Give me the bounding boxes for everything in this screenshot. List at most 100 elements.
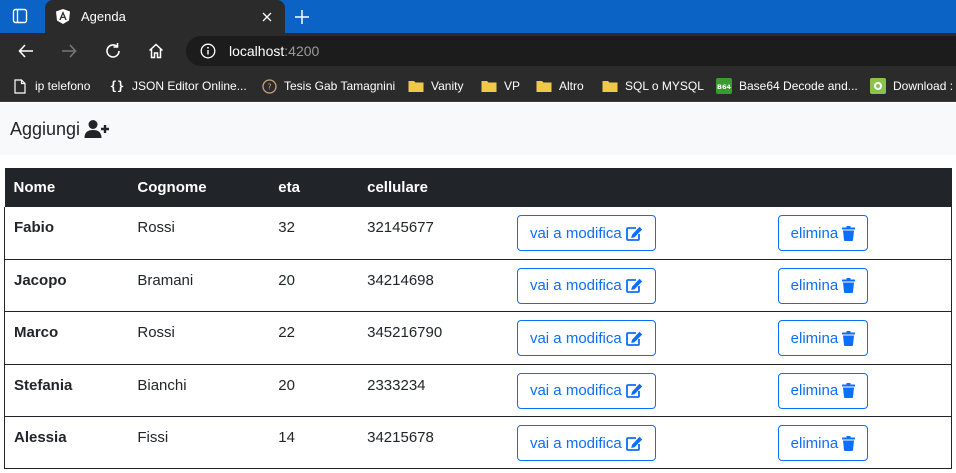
delete-button[interactable]: elimina <box>777 372 869 409</box>
folder-icon <box>602 78 618 94</box>
cell-cellulare: 32145677 <box>367 219 434 236</box>
tab-title: Agenda <box>81 9 126 24</box>
bookmark-item[interactable]: Vanity <box>408 77 463 95</box>
delete-button[interactable]: elimina <box>777 320 869 357</box>
column-header: Nome <box>13 179 56 196</box>
cell-nome: Fabio <box>14 219 54 236</box>
delete-button[interactable]: elimina <box>777 215 869 251</box>
trash-icon <box>842 330 856 346</box>
edit-button[interactable]: vai a modifica <box>516 425 656 462</box>
bookmark-item[interactable]: ip telefono <box>12 77 90 95</box>
cell-edit: vai a modifica <box>508 417 769 469</box>
cell-cognome: Rossi <box>137 324 175 342</box>
cell-eta: 14 <box>278 429 295 447</box>
download-icon <box>870 78 886 94</box>
edit-icon <box>625 383 642 399</box>
delete-label: elimina <box>790 434 839 452</box>
cell-delete: elimina <box>769 207 952 259</box>
cell-nome: Jacopo <box>14 271 67 289</box>
delete-label: elimina <box>790 329 839 347</box>
column-header-empty <box>769 168 952 207</box>
cell-cognome: Bramani <box>137 271 194 289</box>
page-icon <box>12 78 28 94</box>
bookmark-item[interactable]: B64 Base64 Decode and... <box>716 77 858 95</box>
table-header-row: Nome Cognome eta cellulare <box>4 168 952 207</box>
trash-icon <box>842 278 856 294</box>
edit-icon <box>625 436 642 451</box>
angular-icon <box>55 9 71 25</box>
column-header: eta <box>278 179 300 196</box>
folder-icon <box>481 78 497 94</box>
bookmark-item[interactable]: Altro <box>536 77 584 95</box>
address-bar[interactable]: localhost:4200 <box>186 36 956 66</box>
delete-label: elimina <box>790 382 839 400</box>
cell-delete: elimina <box>769 364 952 416</box>
bookmark-item[interactable]: VP <box>481 77 520 95</box>
table-row: Stefania Bianchi 20 2333234 vai a modifica el… <box>4 364 952 417</box>
bookmark-label: Download : <box>893 79 954 93</box>
bookmark-label: VP <box>504 79 521 93</box>
trash-icon <box>842 435 856 451</box>
edit-label: vai a modifica <box>529 329 622 347</box>
delete-button[interactable]: elimina <box>777 425 869 462</box>
edit-label: vai a modifica <box>529 224 622 242</box>
delete-button[interactable]: elimina <box>777 267 869 304</box>
edit-label: vai a modifica <box>529 277 622 295</box>
bookmark-item[interactable]: Download : <box>870 77 953 95</box>
back-icon[interactable] <box>15 40 37 62</box>
edit-button[interactable]: vai a modifica <box>516 320 656 357</box>
edit-button[interactable]: vai a modifica <box>516 372 656 409</box>
trash-icon <box>842 383 856 399</box>
cell-cellulare: 345216790 <box>367 324 443 342</box>
braces-icon: {} <box>109 79 125 93</box>
new-tab-icon[interactable] <box>292 7 312 27</box>
add-contact-link[interactable]: Aggiungi <box>10 119 110 140</box>
cell-cellulare: 34214698 <box>367 271 434 289</box>
delete-label: elimina <box>790 277 839 295</box>
bookmark-item[interactable]: ? Tesis Gab Tamagnini <box>261 77 395 95</box>
cell-delete: elimina <box>769 417 952 469</box>
cell-cellulare: 2333234 <box>367 376 426 394</box>
b64-icon: B64 <box>716 78 732 94</box>
cell-eta: 20 <box>278 376 295 394</box>
column-header-empty <box>508 168 769 207</box>
bookmark-label: Altro <box>559 79 584 93</box>
edit-button[interactable]: vai a modifica <box>516 215 656 251</box>
folder-icon <box>408 78 424 94</box>
close-tab-icon[interactable] <box>259 9 275 25</box>
cell-eta: 32 <box>278 219 295 236</box>
browser-tabstrip: Agenda <box>0 0 956 33</box>
tab-actions-icon[interactable] <box>12 8 28 24</box>
cell-cognome: Bianchi <box>137 376 187 394</box>
forward-icon[interactable] <box>58 40 80 62</box>
edit-label: vai a modifica <box>529 434 622 452</box>
cell-edit: vai a modifica <box>508 207 769 259</box>
trash-icon <box>842 225 856 241</box>
site-info-icon[interactable] <box>200 43 216 59</box>
circle-icon: ? <box>261 78 277 94</box>
cell-delete: elimina <box>769 312 952 364</box>
table-row: Marco Rossi 22 345216790 vai a modifica elimi… <box>4 311 952 365</box>
svg-text:?: ? <box>267 82 271 91</box>
bookmark-item[interactable]: SQL o MYSQL <box>602 77 704 95</box>
contacts-table: Nome Cognome eta cellulare Fabio Rossi 32 3… <box>4 168 952 469</box>
svg-text:B64: B64 <box>717 83 731 91</box>
cell-edit: vai a modifica <box>508 364 769 416</box>
cell-cognome: Fissi <box>137 429 169 447</box>
edit-icon <box>625 279 642 294</box>
edit-button[interactable]: vai a modifica <box>516 267 656 304</box>
edit-icon <box>625 226 642 241</box>
home-icon[interactable] <box>145 40 167 62</box>
bookmark-label: Tesis Gab Tamagnini <box>284 79 396 93</box>
cell-cellulare: 34215678 <box>367 429 434 447</box>
bookmark-item[interactable]: {} JSON Editor Online... <box>109 77 247 95</box>
cell-eta: 20 <box>278 271 295 289</box>
browser-toolbar: localhost:4200 <box>0 33 956 69</box>
cell-eta: 22 <box>278 324 295 342</box>
refresh-icon[interactable] <box>102 40 124 62</box>
cell-nome: Marco <box>14 324 59 342</box>
user-plus-icon <box>84 120 110 138</box>
bookmarks-bar: ip telefono {} JSON Editor Online... ? T… <box>0 69 956 102</box>
browser-tab[interactable]: Agenda <box>45 0 285 33</box>
url-host: localhost <box>229 43 285 59</box>
